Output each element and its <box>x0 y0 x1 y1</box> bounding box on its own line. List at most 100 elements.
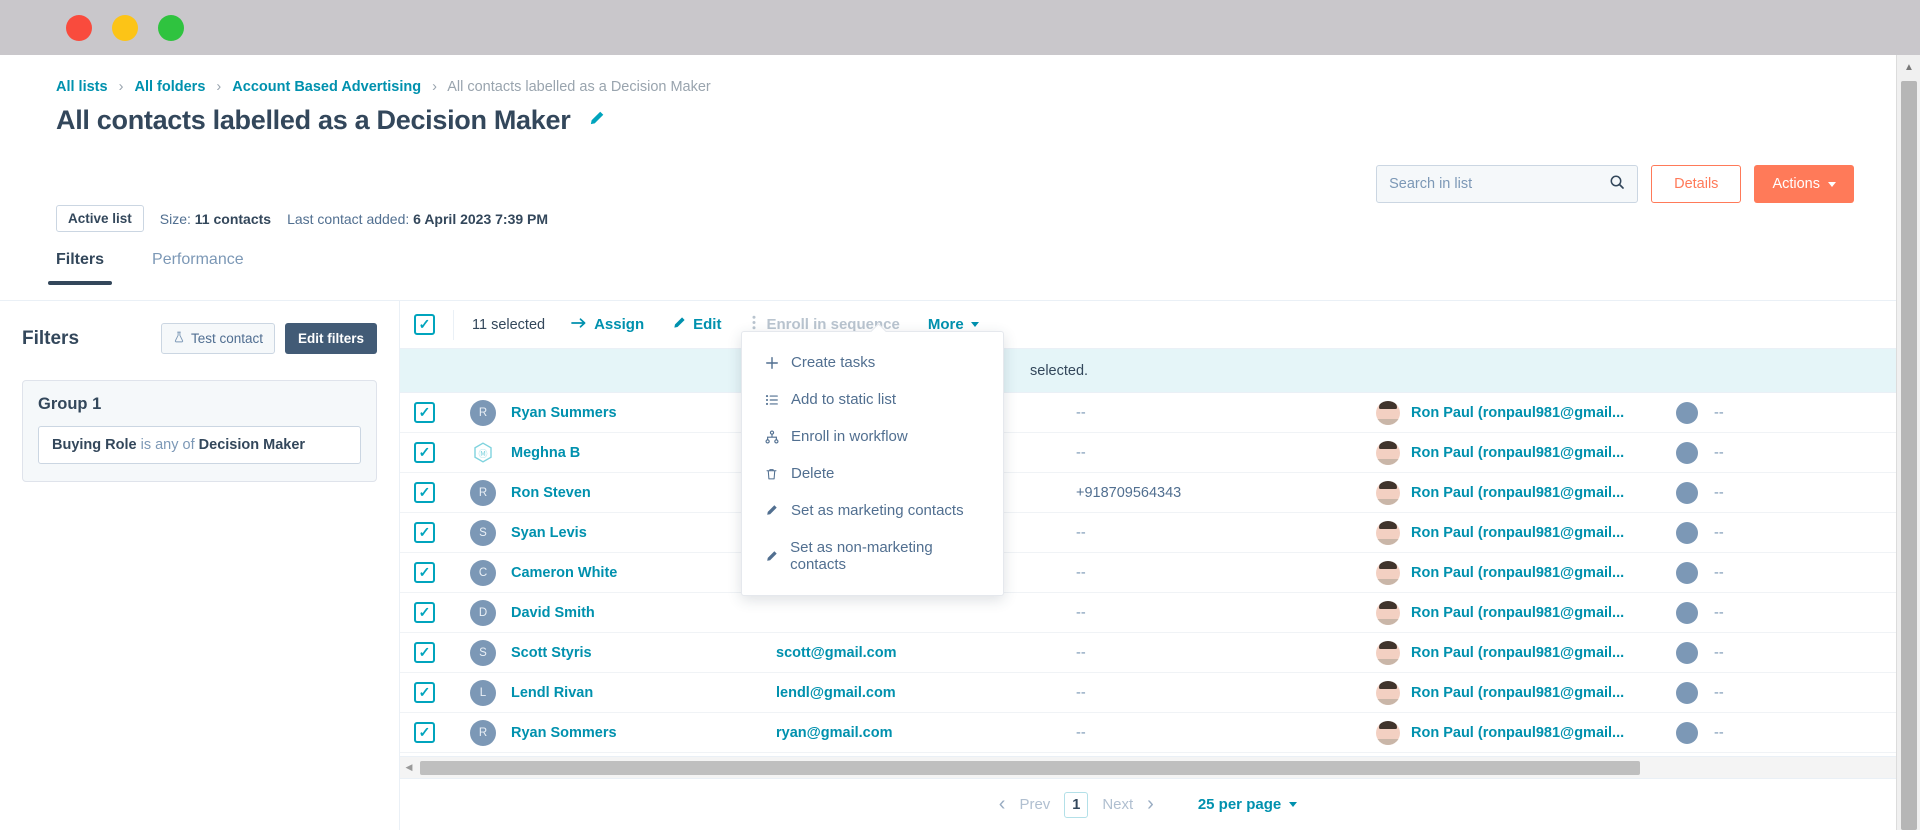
prev-page-button[interactable]: Prev <box>1019 796 1050 813</box>
page-number-1[interactable]: 1 <box>1064 791 1089 818</box>
contact-name-link[interactable]: Ryan Summers <box>511 405 617 421</box>
per-page-selector[interactable]: 25 per page <box>1198 796 1298 813</box>
scroll-left-arrow[interactable]: ◀ <box>400 762 418 773</box>
actions-button-label: Actions <box>1772 176 1820 192</box>
table-row[interactable]: ✓ D David Smith -- Ron Paul (ronpaul981@… <box>400 593 1896 633</box>
search-icon[interactable] <box>1609 174 1625 195</box>
dropdown-item-create-tasks[interactable]: Create tasks <box>742 344 1003 381</box>
contact-name-link[interactable]: Scott Styris <box>511 645 592 661</box>
row-checkbox[interactable]: ✓ <box>414 562 435 583</box>
contact-name-link[interactable]: Ron Steven <box>511 485 591 501</box>
pencil-icon <box>764 550 778 563</box>
list-size-value: 11 contacts <box>194 210 272 227</box>
contact-owner-cell: Ron Paul (ronpaul981@gmail... <box>1376 480 1676 505</box>
secondary-avatar <box>1676 601 1698 624</box>
contact-owner-link[interactable]: Ron Paul (ronpaul981@gmail... <box>1411 405 1624 421</box>
row-checkbox[interactable]: ✓ <box>414 642 435 663</box>
row-checkbox[interactable]: ✓ <box>414 482 435 503</box>
select-all-checkbox[interactable]: ✓ <box>414 314 435 335</box>
dropdown-item-set-as-non-marketing-contacts[interactable]: Set as non-marketing contacts <box>742 529 1003 583</box>
contact-owner-link[interactable]: Ron Paul (ronpaul981@gmail... <box>1411 725 1624 741</box>
avatar: S <box>470 639 496 666</box>
contact-name-cell: Ⓜ Meghna B <box>470 440 776 466</box>
avatar: R <box>470 479 496 506</box>
details-button[interactable]: Details <box>1651 165 1742 203</box>
pencil-icon[interactable] <box>588 110 605 132</box>
assign-button[interactable]: Assign <box>571 316 644 334</box>
flask-icon <box>173 331 185 346</box>
dropdown-item-delete[interactable]: Delete <box>742 455 1003 492</box>
search-input[interactable] <box>1389 176 1604 192</box>
maximize-window-button[interactable] <box>158 14 184 41</box>
chevron-right-icon[interactable]: › <box>1147 793 1154 816</box>
hexagon-badge-icon: Ⓜ <box>470 440 496 466</box>
contact-owner-link[interactable]: Ron Paul (ronpaul981@gmail... <box>1411 645 1624 661</box>
chevron-down-icon <box>1289 802 1298 807</box>
contact-owner-link[interactable]: Ron Paul (ronpaul981@gmail... <box>1411 685 1624 701</box>
contact-name-link[interactable]: Meghna B <box>511 445 580 461</box>
contact-email-link[interactable]: lendl@gmail.com <box>776 685 896 701</box>
dropdown-item-set-as-marketing-contacts[interactable]: Set as marketing contacts <box>742 492 1003 529</box>
contact-name-link[interactable]: Syan Levis <box>511 525 587 541</box>
contact-owner-cell: Ron Paul (ronpaul981@gmail... <box>1376 600 1676 625</box>
scroll-up-arrow[interactable]: ▲ <box>1897 57 1920 77</box>
horizontal-scrollbar[interactable]: ◀ <box>400 756 1896 778</box>
contact-name-link[interactable]: Lendl Rivan <box>511 685 593 701</box>
edit-button[interactable]: Edit <box>672 316 721 334</box>
test-contact-button[interactable]: Test contact <box>160 323 275 354</box>
contact-email-link[interactable]: ryan@gmail.com <box>776 725 892 741</box>
breadcrumb-item-all-lists[interactable]: All lists <box>56 79 108 95</box>
svg-text:Ⓜ: Ⓜ <box>478 449 487 459</box>
filter-condition[interactable]: Buying Role is any of Decision Maker <box>38 426 361 464</box>
chevron-left-icon[interactable]: ‹ <box>999 793 1006 816</box>
contact-name-cell: S Syan Levis <box>470 519 776 546</box>
search-in-list[interactable] <box>1376 165 1639 203</box>
owner-avatar <box>1376 480 1400 505</box>
dropdown-item-add-to-static-list[interactable]: Add to static list <box>742 381 1003 418</box>
row-checkbox[interactable]: ✓ <box>414 522 435 543</box>
vertical-scrollbar[interactable]: ▲ <box>1896 55 1920 830</box>
row-checkbox[interactable]: ✓ <box>414 602 435 623</box>
table-row[interactable]: ✓ C Cameron White -- Ron Paul (ronpaul98… <box>400 553 1896 593</box>
contact-owner-link[interactable]: Ron Paul (ronpaul981@gmail... <box>1411 605 1624 621</box>
table-row[interactable]: ✓ R Ron Steven +918709564343 Ron Paul (r… <box>400 473 1896 513</box>
table-row[interactable]: ✓ R Ryan Sommers ryan@gmail.com -- Ron P… <box>400 713 1896 753</box>
row-checkbox[interactable]: ✓ <box>414 682 435 703</box>
contact-owner-link[interactable]: Ron Paul (ronpaul981@gmail... <box>1411 485 1624 501</box>
workflow-icon <box>764 429 779 444</box>
contact-phone-cell: +918709564343 <box>1076 484 1376 502</box>
table-row[interactable]: ✓ L Lendl Rivan lendl@gmail.com -- Ron P… <box>400 673 1896 713</box>
tab-bar: Filters Performance <box>47 251 244 285</box>
table-row[interactable]: ✓ S Syan Levis -- Ron Paul (ronpaul981@g… <box>400 513 1896 553</box>
contact-owner-link[interactable]: Ron Paul (ronpaul981@gmail... <box>1411 445 1624 461</box>
table-row[interactable]: ✓ S Scott Styris scott@gmail.com -- Ron … <box>400 633 1896 673</box>
tab-filters[interactable]: Filters <box>47 251 113 285</box>
breadcrumb-item-all-folders[interactable]: All folders <box>134 79 205 95</box>
minimize-window-button[interactable] <box>112 14 138 41</box>
table-row[interactable]: ✓ Ⓜ Meghna B -- Ron Paul (ronpaul981@gma… <box>400 433 1896 473</box>
next-page-button[interactable]: Next <box>1102 796 1133 813</box>
contact-owner-link[interactable]: Ron Paul (ronpaul981@gmail... <box>1411 565 1624 581</box>
row-checkbox[interactable]: ✓ <box>414 722 435 743</box>
horizontal-scroll-thumb[interactable] <box>420 760 1640 775</box>
actions-button[interactable]: Actions <box>1754 165 1854 203</box>
tab-performance[interactable]: Performance <box>152 251 244 285</box>
contact-email-link[interactable]: scott@gmail.com <box>776 645 897 661</box>
breadcrumb-item-account-based-advertising[interactable]: Account Based Advertising <box>232 79 421 95</box>
contact-last-value: -- <box>1714 724 1724 741</box>
edit-filters-button[interactable]: Edit filters <box>284 323 377 354</box>
contact-phone-value: -- <box>1076 684 1086 701</box>
contact-name-link[interactable]: Ryan Sommers <box>511 725 617 741</box>
row-checkbox[interactable]: ✓ <box>414 402 435 423</box>
secondary-avatar <box>1676 521 1698 544</box>
contact-owner-cell: Ron Paul (ronpaul981@gmail... <box>1376 560 1676 585</box>
contact-owner-link[interactable]: Ron Paul (ronpaul981@gmail... <box>1411 525 1624 541</box>
table-row[interactable]: ✓ R Ryan Summers -- Ron Paul (ronpaul981… <box>400 393 1896 433</box>
contact-name-link[interactable]: Cameron White <box>511 565 617 581</box>
row-checkbox[interactable]: ✓ <box>414 442 435 463</box>
dropdown-item-enroll-in-workflow[interactable]: Enroll in workflow <box>742 418 1003 455</box>
close-window-button[interactable] <box>66 14 92 41</box>
dropdown-item-label: Delete <box>791 465 835 482</box>
contact-name-link[interactable]: David Smith <box>511 605 595 621</box>
vertical-scroll-thumb[interactable] <box>1901 81 1917 830</box>
